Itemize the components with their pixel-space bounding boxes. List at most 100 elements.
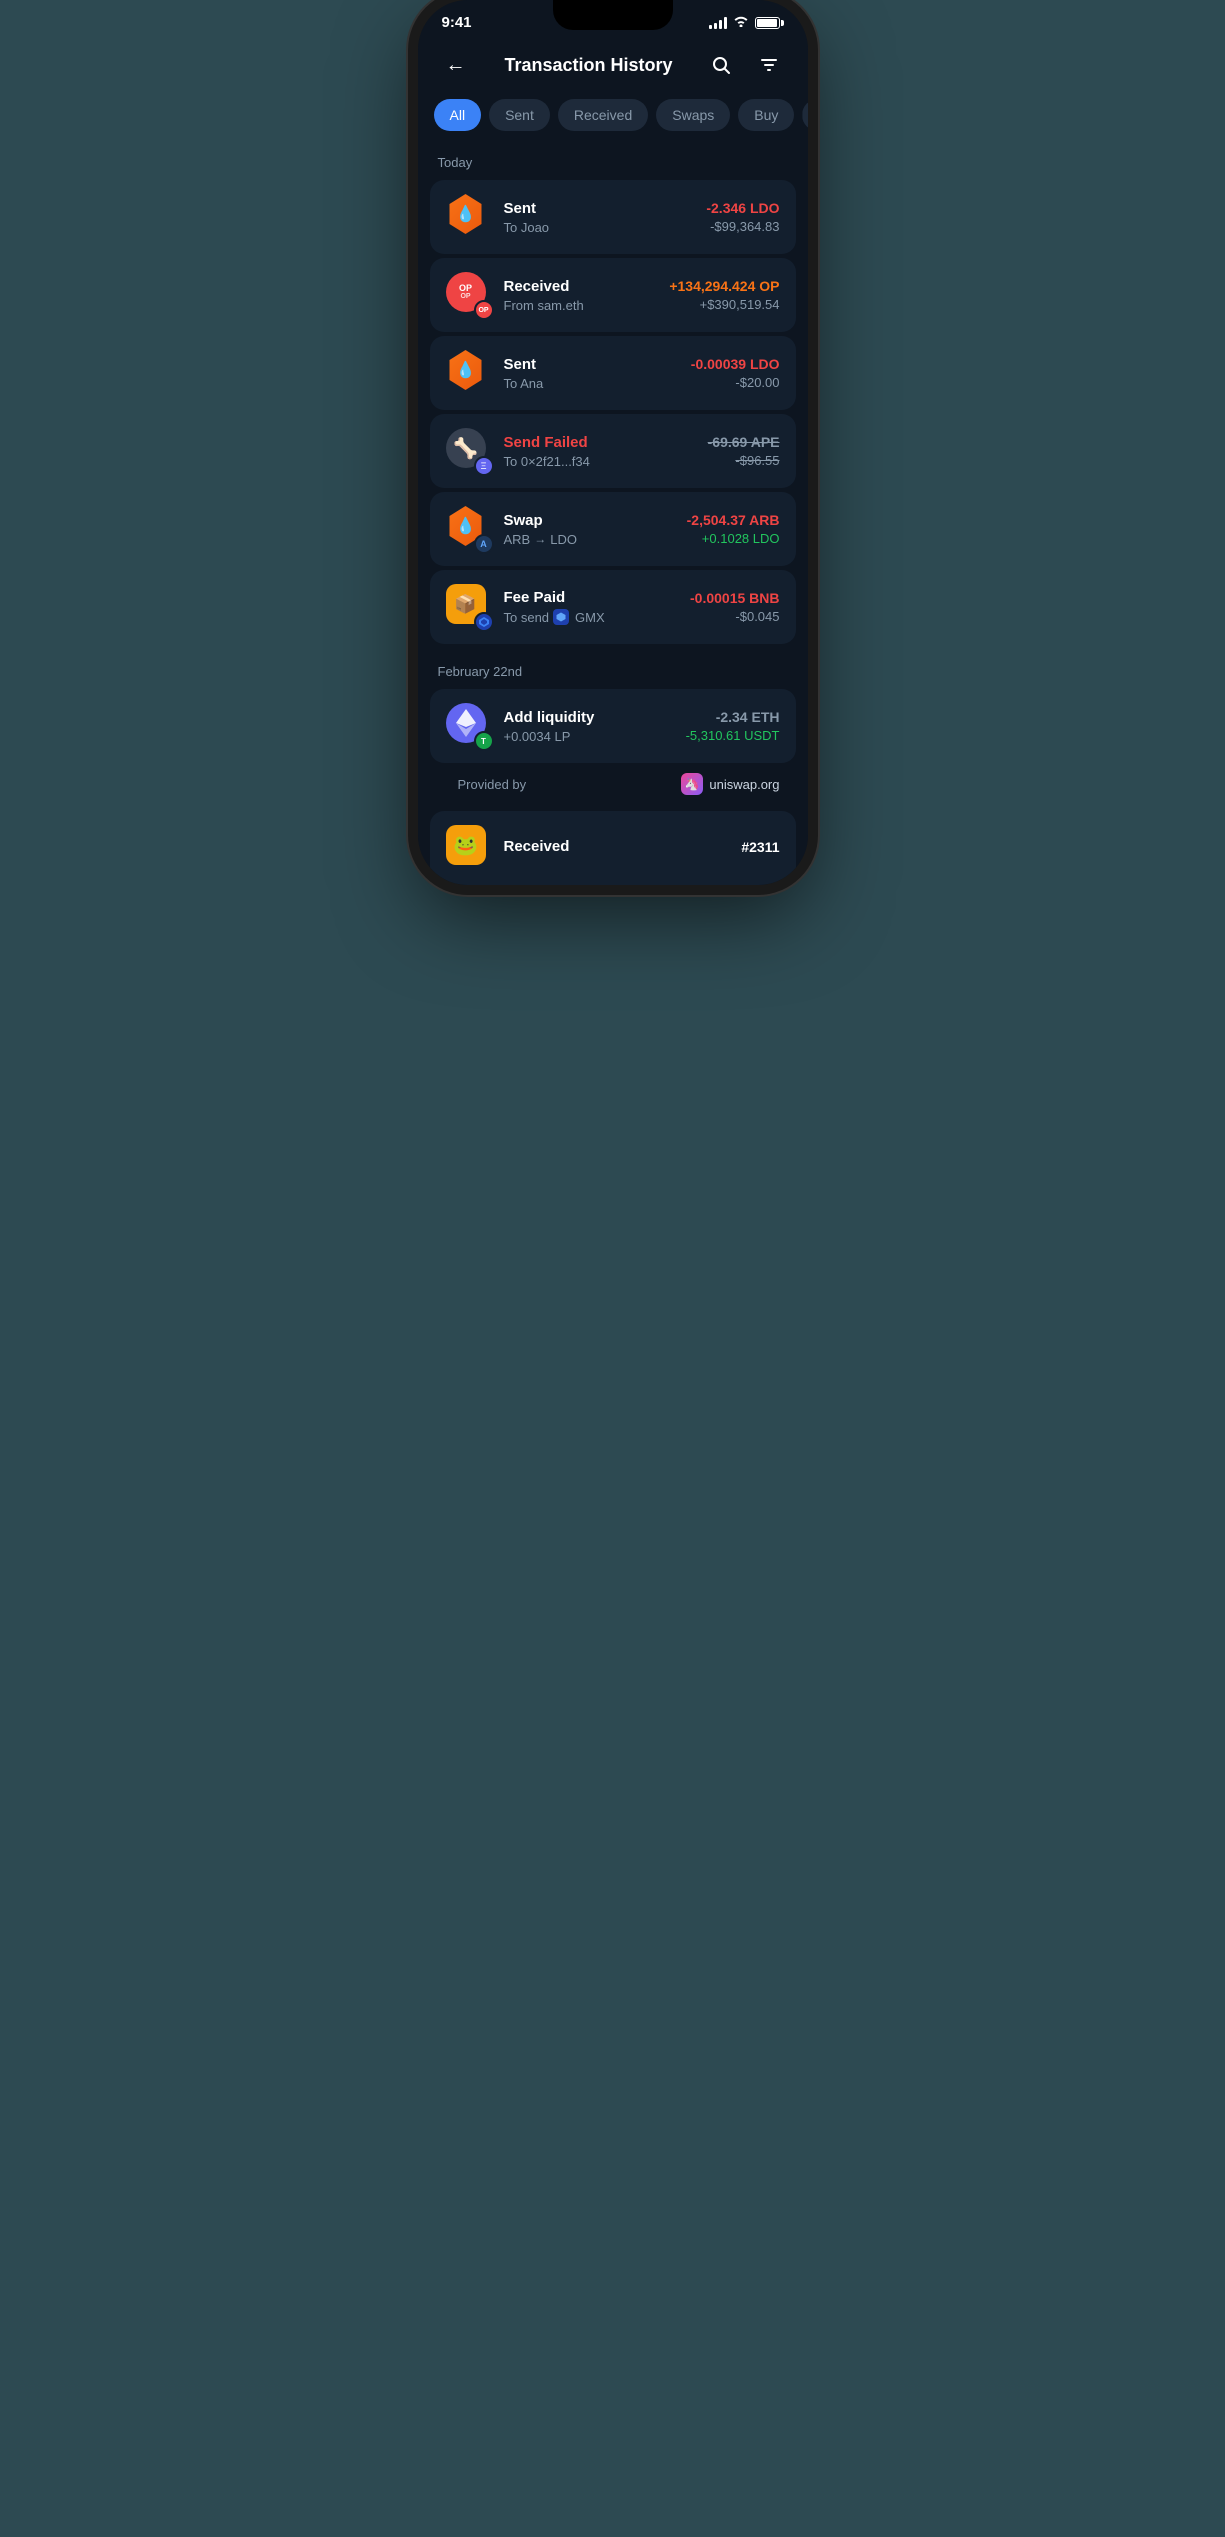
tx-amount-main: +134,294.424 OP — [669, 278, 779, 294]
tx-item-row: T Add liquidity +0.0034 LP -2.34 ETH -5,… — [446, 703, 780, 749]
tx-subtitle: To Ana — [504, 376, 679, 391]
tx-amounts: #2311 — [741, 839, 779, 858]
status-time: 9:41 — [442, 14, 472, 31]
tx-icon-wrap: 💧 — [446, 350, 492, 396]
tx-info: Add liquidity +0.0034 LP — [504, 709, 674, 744]
tx-amount-sub: +0.1028 LDO — [687, 531, 780, 546]
tx-sub-text: To send — [504, 610, 550, 625]
ldo-token-icon: 💧 — [446, 194, 486, 234]
filter-button[interactable] — [751, 47, 787, 83]
tx-icon-wrap: OP OP OP — [446, 272, 492, 318]
battery-icon — [755, 17, 784, 29]
eth-badge-icon: Ξ — [474, 456, 494, 476]
tx-amount-sub: -5,310.61 USDT — [686, 728, 780, 743]
search-button[interactable] — [703, 47, 739, 83]
tx-amount-sub: -$99,364.83 — [706, 219, 779, 234]
filter-icon — [759, 55, 779, 75]
tab-all[interactable]: All — [434, 99, 482, 131]
tx-subtitle: +0.0034 LP — [504, 729, 674, 744]
filter-tabs: All Sent Received Swaps Buy Se — [418, 99, 808, 147]
tx-subtitle: ARB → LDO — [504, 532, 675, 547]
tx-amount-main: -69.69 APE — [708, 434, 780, 450]
tx-icon-wrap: T — [446, 703, 492, 749]
tx-amount-sub: -$0.045 — [690, 609, 780, 624]
phone-frame: 9:41 — [418, 0, 808, 885]
tab-buy[interactable]: Buy — [738, 99, 794, 131]
gmx-label: GMX — [575, 610, 605, 625]
provided-by-label: Provided by — [458, 777, 527, 792]
tx-amounts: -0.00039 LDO -$20.00 — [691, 356, 780, 390]
tx-subtitle: To 0×2f21...f34 — [504, 454, 696, 469]
tab-swaps[interactable]: Swaps — [656, 99, 730, 131]
tab-sell[interactable]: Se — [802, 99, 807, 131]
tx-amount-main: -0.00039 LDO — [691, 356, 780, 372]
tx-subtitle: From sam.eth — [504, 298, 658, 313]
transaction-item[interactable]: 💧 A Swap ARB → LDO -2,504.37 ARB +0.1028… — [430, 492, 796, 566]
transaction-item[interactable]: OP OP OP Received From sam.eth +134,294.… — [430, 258, 796, 332]
provider-name: uniswap.org — [709, 777, 779, 792]
tx-amounts: -2.346 LDO -$99,364.83 — [706, 200, 779, 234]
search-icon — [711, 55, 731, 75]
section-label-feb: February 22nd — [418, 656, 808, 689]
header-actions — [703, 47, 787, 83]
usdt-badge-icon: T — [474, 731, 494, 751]
tx-info: Send Failed To 0×2f21...f34 — [504, 434, 696, 469]
tx-icon-wrap: 🦴 Ξ — [446, 428, 492, 474]
tx-info: Swap ARB → LDO — [504, 512, 675, 547]
page-title: Transaction History — [504, 55, 672, 76]
tx-amounts: +134,294.424 OP +$390,519.54 — [669, 278, 779, 312]
phone-screen: 9:41 — [418, 0, 808, 885]
swap-to: LDO — [550, 532, 577, 547]
transaction-item[interactable]: 💧 Sent To Ana -0.00039 LDO -$20.00 — [430, 336, 796, 410]
tx-amounts: -2,504.37 ARB +0.1028 LDO — [687, 512, 780, 546]
tx-info: Received From sam.eth — [504, 278, 658, 313]
tx-icon-wrap: 💧 A — [446, 506, 492, 552]
tx-amount-sub: -$20.00 — [691, 375, 780, 390]
tx-title: Sent — [504, 200, 695, 217]
tx-amount-main: #2311 — [741, 839, 779, 855]
signal-icon — [709, 17, 727, 29]
wifi-icon — [733, 15, 749, 30]
nft-token-icon: 🐸 — [446, 825, 486, 865]
tx-info: Fee Paid To send GMX — [504, 589, 679, 625]
status-icons — [709, 15, 784, 30]
tx-amount-main: -0.00015 BNB — [690, 590, 780, 606]
tab-received[interactable]: Received — [558, 99, 648, 131]
gmx-inline-icon — [553, 609, 569, 625]
provider-info[interactable]: 🦄 uniswap.org — [681, 773, 779, 795]
tx-title: Sent — [504, 356, 679, 373]
provided-by-section: Provided by 🦄 uniswap.org — [430, 767, 796, 807]
transaction-list-feb: T Add liquidity +0.0034 LP -2.34 ETH -5,… — [418, 689, 808, 885]
transaction-item[interactable]: T Add liquidity +0.0034 LP -2.34 ETH -5,… — [430, 689, 796, 763]
transaction-item[interactable]: 🐸 Received #2311 — [430, 811, 796, 885]
tx-info: Sent To Ana — [504, 356, 679, 391]
tx-amount-main: -2.346 LDO — [706, 200, 779, 216]
tx-icon-wrap: 📦 — [446, 584, 492, 630]
op-badge-icon: OP — [474, 300, 494, 320]
tx-amounts: -69.69 APE -$96.55 — [708, 434, 780, 468]
tx-title: Add liquidity — [504, 709, 674, 726]
section-label-today: Today — [418, 147, 808, 180]
arb-badge-icon: A — [474, 534, 494, 554]
tx-info: Received — [504, 838, 730, 858]
tx-amount-main: -2.34 ETH — [686, 709, 780, 725]
back-button[interactable]: ← — [438, 47, 474, 83]
tx-title: Fee Paid — [504, 589, 679, 606]
back-arrow-icon: ← — [446, 54, 466, 77]
notch — [553, 0, 673, 30]
transaction-item[interactable]: 💧 Sent To Joao -2.346 LDO -$99,364.83 — [430, 180, 796, 254]
tx-amount-sub: -$96.55 — [708, 453, 780, 468]
tx-subtitle: To send GMX — [504, 609, 679, 625]
swap-from: ARB — [504, 532, 531, 547]
tx-subtitle: To Joao — [504, 220, 695, 235]
uniswap-icon: 🦄 — [681, 773, 703, 795]
transaction-item[interactable]: 📦 Fee Paid To send — [430, 570, 796, 644]
tx-title: Received — [504, 838, 730, 855]
eth-diamond-icon — [456, 709, 476, 737]
transaction-item[interactable]: 🦴 Ξ Send Failed To 0×2f21...f34 -69.69 A… — [430, 414, 796, 488]
tx-title: Received — [504, 278, 658, 295]
gmx-badge-icon — [474, 612, 494, 632]
tab-sent[interactable]: Sent — [489, 99, 550, 131]
header: ← Transaction History — [418, 39, 808, 99]
transaction-list-today: 💧 Sent To Joao -2.346 LDO -$99,364.83 OP — [418, 180, 808, 644]
